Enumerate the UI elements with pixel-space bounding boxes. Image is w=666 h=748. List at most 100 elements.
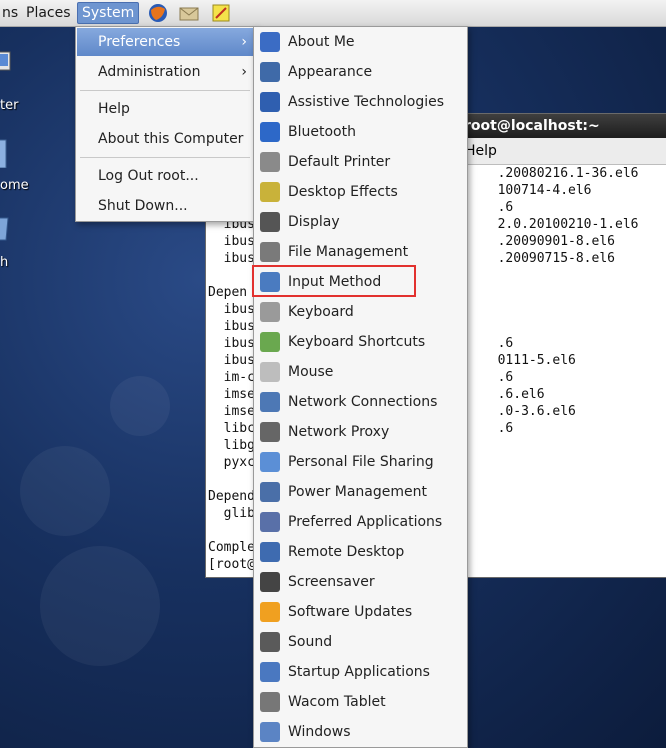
pref-item-label: Remote Desktop: [288, 544, 405, 560]
background-circle: [110, 376, 170, 436]
pref-item-remote-desktop[interactable]: Remote Desktop: [255, 538, 466, 566]
terminal-line: pyxc: [208, 455, 255, 470]
pref-item-windows[interactable]: Windows: [255, 718, 466, 746]
background-circle: [40, 546, 160, 666]
firefox-icon[interactable]: [147, 2, 169, 24]
pref-item-label: Appearance: [288, 64, 373, 80]
software-updates-icon: [260, 602, 280, 622]
applications-menu[interactable]: ns: [0, 3, 22, 23]
sound-icon: [260, 632, 280, 652]
menu-separator: [80, 90, 250, 91]
pref-item-assistive-technologies[interactable]: Assistive Technologies: [255, 88, 466, 116]
notes-icon[interactable]: [210, 2, 232, 24]
pref-item-label: Sound: [288, 634, 333, 650]
pref-item-keyboard[interactable]: Keyboard: [255, 298, 466, 326]
pref-item-file-management[interactable]: File Management: [255, 238, 466, 266]
computer-icon[interactable]: [0, 50, 22, 80]
home-icon-label: ome: [0, 178, 29, 193]
menu-item-label: Help: [98, 101, 130, 117]
mail-icon[interactable]: [178, 2, 200, 24]
pref-item-label: Power Management: [288, 484, 428, 500]
menu-item-label: Administration: [98, 64, 201, 80]
terminal-title: root@localhost:~: [464, 118, 600, 134]
remote-desktop-icon: [260, 542, 280, 562]
file-management-icon: [260, 242, 280, 262]
pref-item-label: File Management: [288, 244, 409, 260]
pref-item-label: Keyboard Shortcuts: [288, 334, 426, 350]
wacom-tablet-icon: [260, 692, 280, 712]
pref-item-network-proxy[interactable]: Network Proxy: [255, 418, 466, 446]
computer-icon-label: ter: [0, 98, 19, 113]
menu-item-label: About this Computer: [98, 131, 244, 147]
menu-item-log-out[interactable]: Log Out root...: [77, 162, 255, 190]
menu-item-help[interactable]: Help: [77, 95, 255, 123]
pref-item-label: Wacom Tablet: [288, 694, 386, 710]
keyboard-shortcuts-icon: [260, 332, 280, 352]
system-menu[interactable]: System: [77, 2, 140, 24]
menu-separator: [80, 157, 250, 158]
keyboard-icon: [260, 302, 280, 322]
terminal-line: Comple: [208, 540, 255, 555]
pref-item-label: Mouse: [288, 364, 334, 380]
pref-item-appearance[interactable]: Appearance: [255, 58, 466, 86]
pref-item-sound[interactable]: Sound: [255, 628, 466, 656]
windows-icon: [260, 722, 280, 742]
places-menu[interactable]: Places: [22, 3, 75, 23]
chevron-right-icon: ›: [241, 34, 247, 50]
terminal-help-menu[interactable]: Help: [465, 138, 497, 164]
pref-item-keyboard-shortcuts[interactable]: Keyboard Shortcuts: [255, 328, 466, 356]
pref-item-wacom-tablet[interactable]: Wacom Tablet: [255, 688, 466, 716]
system-dropdown-menu: Preferences › Administration › Help Abou…: [75, 26, 257, 222]
terminal-line: Depen: [208, 285, 248, 300]
menu-item-administration[interactable]: Administration ›: [77, 58, 255, 86]
terminal-line: [root@: [208, 557, 255, 572]
background-circle: [20, 446, 110, 536]
pref-item-label: Bluetooth: [288, 124, 356, 140]
menu-item-preferences[interactable]: Preferences ›: [77, 28, 255, 56]
pref-item-label: Keyboard: [288, 304, 354, 320]
desktop-effects-icon: [260, 182, 280, 202]
pref-item-label: Desktop Effects: [288, 184, 398, 200]
pref-item-mouse[interactable]: Mouse: [255, 358, 466, 386]
pref-item-label: Screensaver: [288, 574, 375, 590]
network-connections-icon: [260, 392, 280, 412]
menu-item-label: Preferences: [98, 34, 181, 50]
pref-item-label: Network Proxy: [288, 424, 390, 440]
menu-item-shut-down[interactable]: Shut Down...: [77, 192, 255, 220]
pref-item-power-management[interactable]: Power Management: [255, 478, 466, 506]
home-folder-icon[interactable]: [0, 138, 22, 169]
accessibility-icon: [260, 92, 280, 112]
pref-item-desktop-effects[interactable]: Desktop Effects: [255, 178, 466, 206]
menu-item-about-this-computer[interactable]: About this Computer: [77, 125, 255, 153]
pref-item-network-connections[interactable]: Network Connections: [255, 388, 466, 416]
pref-item-bluetooth[interactable]: Bluetooth: [255, 118, 466, 146]
pref-item-personal-file-sharing[interactable]: Personal File Sharing: [255, 448, 466, 476]
screensaver-icon: [260, 572, 280, 592]
about-me-icon: [260, 32, 280, 52]
terminal-line: ibus: [208, 302, 255, 317]
menu-item-label: Shut Down...: [98, 198, 188, 214]
network-proxy-icon: [260, 422, 280, 442]
pref-item-startup-applications[interactable]: Startup Applications: [255, 658, 466, 686]
bluetooth-icon: [260, 122, 280, 142]
pref-item-preferred-applications[interactable]: Preferred Applications: [255, 508, 466, 536]
startup-applications-icon: [260, 662, 280, 682]
file-sharing-icon: [260, 452, 280, 472]
menu-item-label: Log Out root...: [98, 168, 199, 184]
preferences-submenu: About Me Appearance Assistive Technologies…: [253, 26, 468, 748]
pref-item-display[interactable]: Display: [255, 208, 466, 236]
terminal-line: libg: [208, 438, 255, 453]
pref-item-label: Default Printer: [288, 154, 391, 170]
pref-item-label: Software Updates: [288, 604, 413, 620]
pref-item-about-me[interactable]: About Me: [255, 28, 466, 56]
trash-icon[interactable]: [0, 212, 22, 242]
trash-icon-label: h: [0, 255, 9, 270]
pref-item-software-updates[interactable]: Software Updates: [255, 598, 466, 626]
terminal-line: Depend: [208, 489, 255, 504]
pref-item-screensaver[interactable]: Screensaver: [255, 568, 466, 596]
pref-item-default-printer[interactable]: Default Printer: [255, 148, 466, 176]
mouse-icon: [260, 362, 280, 382]
pref-item-label: Personal File Sharing: [288, 454, 434, 470]
pref-item-label: Windows: [288, 724, 351, 740]
input-method-highlight-box: [252, 265, 416, 297]
